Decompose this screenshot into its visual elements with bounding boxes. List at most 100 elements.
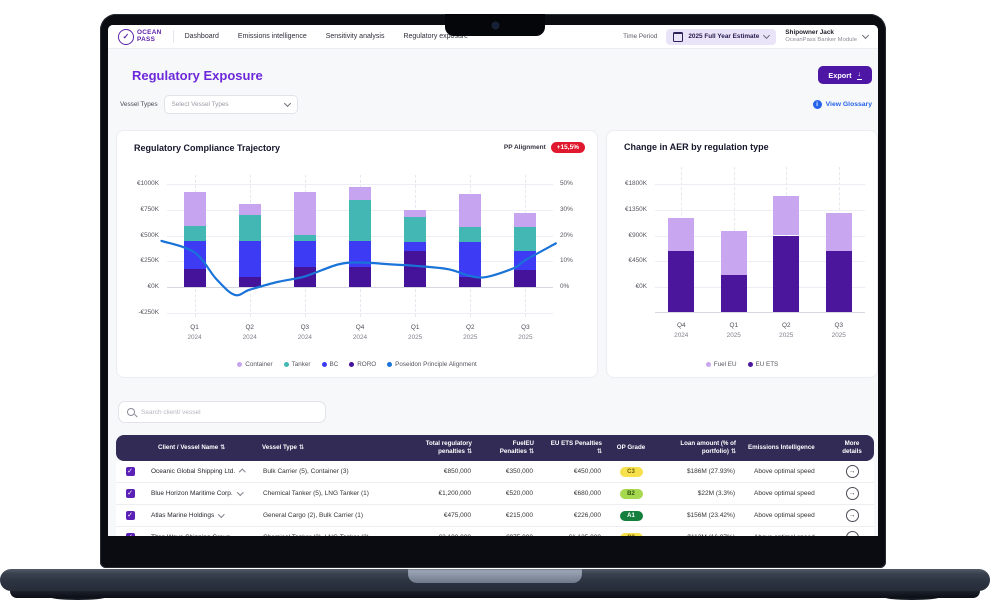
column-header-checkbox [116, 445, 144, 451]
loan-amount-cell: $113M (16.97%) [654, 534, 742, 536]
aer-card-header: Change in AER by regulation type [624, 142, 865, 152]
bar-segment-fuel-eu [668, 218, 694, 251]
nav-item-dashboard[interactable]: Dashboard [185, 33, 219, 40]
sort-icon: ⇅ [529, 449, 534, 457]
op-grade-badge: C3 [620, 533, 643, 537]
user-name: Shipowner Jack [785, 29, 857, 37]
page-header: Regulatory Exposure Export ↓ [132, 66, 872, 84]
euets-penalties-cell: €1,125,000 [540, 534, 608, 536]
oceanpass-logo[interactable]: ✓ OCEANPASS [118, 29, 162, 45]
row-checkbox[interactable]: ✓ [126, 511, 135, 520]
total-penalties-cell: €475,000 [402, 512, 478, 519]
euets-penalties-cell: €450,000 [540, 468, 608, 475]
column-header-eu-ets-penalties[interactable]: EU ETS Penalties⇅ [540, 437, 608, 460]
time-period-select[interactable]: 2025 Full Year Estimate [666, 29, 776, 45]
bar-segment-eu-ets [721, 275, 747, 312]
nav-item-emissions-intelligence[interactable]: Emissions intelligence [238, 33, 307, 40]
export-button[interactable]: Export ↓ [818, 66, 872, 84]
legend-item: BC [322, 361, 339, 368]
aer-chart-legend: Fuel EUEU ETS [607, 361, 877, 368]
compliance-card-header: Regulatory Compliance Trajectory PP Alig… [134, 142, 585, 153]
compliance-trajectory-card: Regulatory Compliance Trajectory PP Alig… [116, 130, 598, 378]
view-glossary-label: View Glossary [826, 101, 872, 108]
chart-title: Regulatory Compliance Trajectory [134, 143, 280, 153]
table-row[interactable]: ✓ Oceanic Global Shipping Ltd.Bulk Carrie… [116, 461, 874, 483]
total-penalties-cell: €2,100,000 [402, 534, 478, 536]
search-input[interactable] [141, 409, 317, 416]
op-grade-badge: B2 [620, 489, 643, 499]
pp-alignment: PP Alignment +15,5% [504, 142, 585, 153]
loan-amount-cell: $22M (3.3%) [654, 490, 742, 497]
more-details-button[interactable]: → [846, 487, 859, 500]
table-body: ✓ Oceanic Global Shipping Ltd.Bulk Carrie… [116, 461, 874, 536]
vessel-type-cell: Bulk Carrier (5), Container (3) [256, 468, 402, 475]
row-checkbox[interactable]: ✓ [126, 533, 135, 536]
legend-item: Poseidon Principle Alignment [387, 361, 477, 368]
legend-dot-icon [387, 362, 392, 367]
op-grade-badge: C3 [620, 467, 643, 477]
table-row[interactable]: ✓ Atlas Marine HoldingsGeneral Cargo (2),… [116, 505, 874, 527]
chevron-down-icon [234, 533, 240, 536]
column-header-loan-amount-of-portfolio-[interactable]: Loan amount (% of portfolio)⇅ [654, 437, 742, 460]
x-axis-label: Q22025 [760, 321, 813, 340]
bar-segment-fuel-eu [826, 213, 852, 252]
filter-row: Vessel Types Select Vessel Types i View … [120, 95, 872, 114]
legend-dot-icon [748, 362, 753, 367]
euets-penalties-cell: €680,000 [540, 490, 608, 497]
column-header-more-details: More details [830, 437, 874, 459]
legend-dot-icon [284, 362, 289, 367]
compliance-chart-legend: ContainerTankerBCROROPoseidon Principle … [117, 361, 597, 368]
row-checkbox[interactable]: ✓ [126, 467, 135, 476]
x-axis-label: Q42024 [655, 321, 708, 340]
fueleu-penalties-cell: €350,000 [478, 468, 540, 475]
table-row[interactable]: ✓ Titan Wave Shipping GroupChemical Tanke… [116, 527, 874, 536]
search-box[interactable] [118, 401, 326, 423]
more-details-button[interactable]: → [846, 509, 859, 522]
laptop-base-bottom [10, 591, 980, 598]
fueleu-penalties-cell: €975,000 [478, 534, 540, 536]
fueleu-penalties-cell: €215,000 [478, 512, 540, 519]
legend-item: Tanker [284, 361, 311, 368]
chevron-down-icon [237, 489, 243, 495]
client-name-cell[interactable]: Titan Wave Shipping Group [144, 534, 256, 536]
trend-line [117, 131, 597, 377]
fueleu-penalties-cell: €520,000 [478, 490, 540, 497]
aer-chart: €1800K€1350K€900K€450K€0KQ42024Q12025Q22… [607, 131, 877, 377]
nav-item-sensitivity-analysis[interactable]: Sensitivity analysis [326, 33, 385, 40]
client-name-cell[interactable]: Atlas Marine Holdings [144, 512, 256, 519]
row-checkbox[interactable]: ✓ [126, 489, 135, 498]
table-header: Client / Vessel Name⇅Vessel Type⇅Total r… [116, 435, 874, 461]
column-header-total-regulatory-penalties[interactable]: Total regulatory penalties⇅ [402, 437, 478, 460]
euets-penalties-cell: €226,000 [540, 512, 608, 519]
loan-amount-cell: $156M (23.42%) [654, 512, 742, 519]
bar-segment-fuel-eu [721, 231, 747, 276]
column-header-client-vessel-name[interactable]: Client / Vessel Name⇅ [144, 441, 256, 456]
sort-icon: ⇅ [467, 449, 472, 457]
vessel-type-cell: Chemical Tanker (3), LNG Tanker (2) [256, 534, 402, 536]
charts-row: Regulatory Compliance Trajectory PP Alig… [116, 130, 874, 378]
client-name-cell[interactable]: Blue Horizon Maritime Corp. [144, 490, 256, 497]
camera-notch [445, 14, 545, 36]
table-row[interactable]: ✓Blue Horizon Maritime Corp.Chemical Tan… [116, 483, 874, 505]
client-name-cell[interactable]: Oceanic Global Shipping Ltd. [144, 468, 256, 475]
compliance-chart: €1000K50%€750K30%€500K20%€250K10%€0K0%-€… [117, 131, 597, 377]
view-glossary-link[interactable]: i View Glossary [813, 100, 872, 109]
search-icon [127, 408, 135, 416]
user-menu[interactable]: Shipowner Jack OceanPass Banker Module [785, 29, 868, 44]
total-penalties-cell: €1,200,000 [402, 490, 478, 497]
sort-icon: ⇅ [731, 449, 736, 457]
dashboard-viewport: ✓ OCEANPASS Dashboard Emissions intellige… [108, 25, 878, 536]
column-header-fueleu-penalties[interactable]: FuelEU Penalties⇅ [478, 437, 540, 460]
more-details-button[interactable]: → [846, 465, 859, 478]
vessel-type-cell: General Cargo (2), Bulk Carrier (1) [256, 512, 402, 519]
more-details-button[interactable]: → [846, 531, 859, 536]
chevron-down-icon [284, 100, 291, 107]
trackpad-lip [408, 569, 582, 583]
legend-item: EU ETS [748, 361, 779, 368]
download-icon: ↓ [857, 71, 863, 80]
vessel-types-select[interactable]: Select Vessel Types [164, 95, 298, 114]
laptop-base [0, 569, 990, 591]
laptop-mockup: ✓ OCEANPASS Dashboard Emissions intellige… [0, 0, 990, 600]
column-header-vessel-type[interactable]: Vessel Type⇅ [256, 441, 402, 456]
sort-icon: ⇅ [597, 449, 602, 457]
